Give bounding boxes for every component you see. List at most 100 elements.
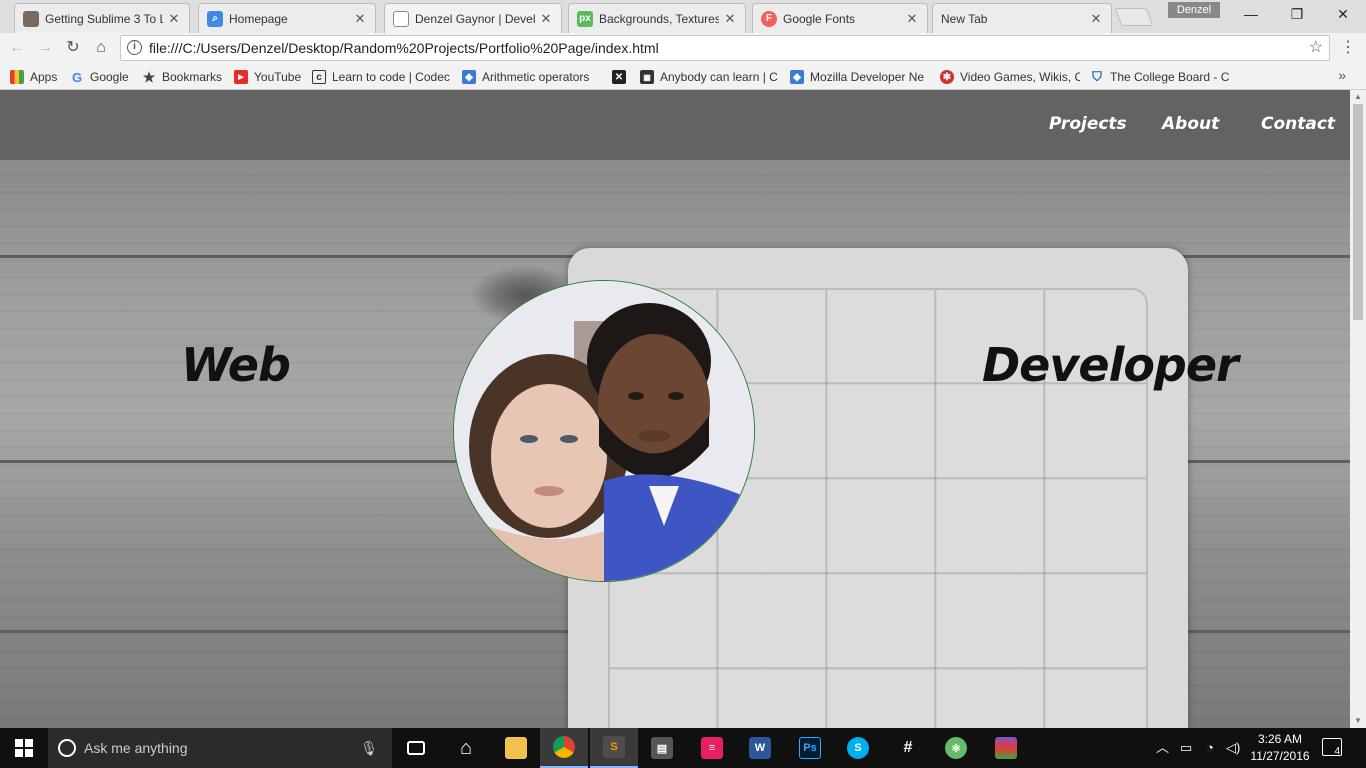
close-icon[interactable]: ✕ (905, 11, 919, 27)
microphone-icon[interactable]: 🎙 (360, 728, 378, 768)
x-box-icon: ✕ (612, 70, 626, 84)
scrollbar-thumb[interactable] (1353, 104, 1363, 320)
bookmark-star-icon[interactable]: ☆ (1309, 36, 1323, 60)
codecademy-icon: c (312, 70, 326, 84)
chevron-up-icon[interactable]: ︿ (1156, 728, 1169, 768)
windows-logo-icon (15, 739, 33, 757)
close-icon[interactable]: ✕ (723, 11, 737, 27)
address-bar[interactable]: i file:///C:/Users/Denzel/Desktop/Random… (120, 35, 1330, 61)
code-org-icon: ▦ (640, 70, 654, 84)
tab-denzel-gaynor[interactable]: Denzel Gaynor | Develo ✕ (384, 3, 562, 33)
bookmark-x[interactable]: ✕ (612, 67, 632, 87)
tab-title: Homepage (229, 11, 288, 26)
search-favicon-icon: ⌕ (207, 10, 223, 27)
task-view-icon[interactable] (392, 728, 440, 768)
vertical-scrollbar[interactable]: ▲ ▼ (1350, 90, 1366, 728)
mdn-icon: ◆ (790, 70, 804, 84)
bookmark-label: YouTube (254, 70, 302, 84)
atom-icon[interactable]: ⚛ (932, 728, 980, 768)
scroll-up-arrow-icon[interactable]: ▲ (1350, 90, 1366, 104)
bookmark-college-board[interactable]: ⛉ The College Board - C (1090, 67, 1230, 87)
tab-title: New Tab (941, 11, 988, 26)
slack-icon[interactable]: # (884, 728, 932, 768)
bookmark-apps[interactable]: Apps (10, 67, 64, 87)
bookmark-arithmetic-operators[interactable]: ◆ Arithmetic operators (462, 67, 598, 87)
cortana-icon (58, 739, 76, 757)
google-fonts-icon: F (761, 10, 777, 27)
chevron-right-icon[interactable]: » (1338, 67, 1346, 83)
home-icon[interactable]: ⌂ (90, 37, 112, 59)
url-text: file:///C:/Users/Denzel/Desktop/Random%2… (149, 40, 659, 56)
winrar-icon[interactable] (982, 728, 1030, 768)
menu-icon[interactable]: ⋮ (1340, 37, 1356, 59)
tab-backgrounds[interactable]: px Backgrounds, Textures ✕ (568, 3, 746, 33)
tab-strip: Getting Sublime 3 To L ✕ ⌕ Homepage ✕ De… (0, 0, 1366, 33)
tab-title: Backgrounds, Textures (599, 11, 719, 26)
bookmark-label: Learn to code | Codec (332, 70, 450, 84)
minimize-icon[interactable]: — (1228, 0, 1274, 28)
bookmark-label: Arithmetic operators (482, 70, 590, 84)
bookmark-codecademy[interactable]: c Learn to code | Codec (312, 67, 452, 87)
user-avatar-icon (23, 10, 39, 27)
tab-homepage[interactable]: ⌕ Homepage ✕ (198, 3, 376, 33)
bookmark-label: Mozilla Developer Ne (810, 70, 925, 84)
close-window-icon[interactable]: ✕ (1320, 0, 1366, 28)
back-arrow-icon[interactable]: ← (6, 37, 28, 59)
youtube-icon: ▶ (234, 70, 248, 84)
new-tab-button[interactable] (1114, 8, 1154, 26)
page-viewport: Projects About Contact Web Developer ▲ ▼ (0, 90, 1366, 728)
video-editor-icon[interactable]: ▤ (638, 728, 686, 768)
page-icon (393, 10, 409, 27)
tab-title: Getting Sublime 3 To L (45, 11, 163, 26)
volume-icon[interactable]: ◁) (1226, 728, 1240, 768)
notification-count: 4 (1334, 746, 1340, 757)
close-icon[interactable]: ✕ (539, 11, 553, 27)
bookmark-label: Video Games, Wikis, C (960, 70, 1080, 84)
search-placeholder: Ask me anything (84, 740, 188, 756)
hero-word-left: Web (181, 338, 291, 392)
bookmark-youtube[interactable]: ▶ YouTube (234, 67, 306, 87)
px-icon: px (577, 10, 593, 27)
forward-arrow-icon[interactable]: → (34, 37, 56, 59)
bookmark-label: Google (90, 70, 129, 84)
tab-new-tab[interactable]: New Tab ✕ (932, 3, 1112, 33)
nav-projects[interactable]: Projects (1049, 114, 1127, 134)
bookmark-wikia[interactable]: ✱ Video Games, Wikis, C (940, 67, 1080, 87)
chrome-icon[interactable] (540, 728, 588, 768)
windows-taskbar: Ask me anything 🎙 ⌂ S ▤ ≡ W Ps S # ⚛ ︿ ▭… (0, 728, 1366, 768)
bookmark-google[interactable]: G Google (70, 67, 136, 87)
profile-photo (453, 280, 755, 582)
bookmark-label: Apps (30, 70, 58, 84)
start-button[interactable] (0, 728, 48, 768)
nav-about[interactable]: About (1162, 114, 1219, 134)
close-icon[interactable]: ✕ (167, 11, 181, 27)
music-app-icon[interactable]: ≡ (688, 728, 736, 768)
sublime-text-icon[interactable]: S (590, 728, 638, 768)
profile-button[interactable]: Denzel (1168, 2, 1220, 18)
wifi-icon[interactable]: ◔ (1206, 728, 1214, 768)
hero-word-right: Developer (982, 338, 1239, 392)
edge-icon[interactable]: ⌂ (442, 728, 490, 768)
scroll-down-arrow-icon[interactable]: ▼ (1350, 714, 1366, 728)
close-icon[interactable]: ✕ (1089, 11, 1103, 27)
browser-toolbar: ← → ↻ ⌂ i file:///C:/Users/Denzel/Deskto… (0, 33, 1366, 63)
file-explorer-icon[interactable] (492, 728, 540, 768)
reload-icon[interactable]: ↻ (62, 37, 84, 59)
system-clock[interactable]: 3:26 AM 11/27/2016 (1240, 731, 1320, 765)
close-icon[interactable]: ✕ (353, 11, 367, 27)
battery-icon[interactable]: ▭ (1180, 728, 1192, 768)
nav-contact[interactable]: Contact (1261, 114, 1335, 134)
restore-icon[interactable]: ❐ (1274, 0, 1320, 28)
cortana-search[interactable]: Ask me anything 🎙 (48, 728, 392, 768)
tab-google-fonts[interactable]: F Google Fonts ✕ (752, 3, 928, 33)
tab-getting-sublime[interactable]: Getting Sublime 3 To L ✕ (14, 3, 190, 33)
bookmark-code-org[interactable]: ▦ Anybody can learn | C (640, 67, 778, 87)
bookmark-bookmarks[interactable]: ★ Bookmarks (142, 67, 228, 87)
apps-grid-icon (10, 70, 24, 84)
photoshop-icon[interactable]: Ps (786, 728, 834, 768)
word-icon[interactable]: W (736, 728, 784, 768)
info-icon[interactable]: i (127, 40, 142, 55)
bookmark-mozilla[interactable]: ◆ Mozilla Developer Ne (790, 67, 930, 87)
action-center-icon[interactable]: 4 (1322, 738, 1342, 757)
skype-icon[interactable]: S (834, 728, 882, 768)
